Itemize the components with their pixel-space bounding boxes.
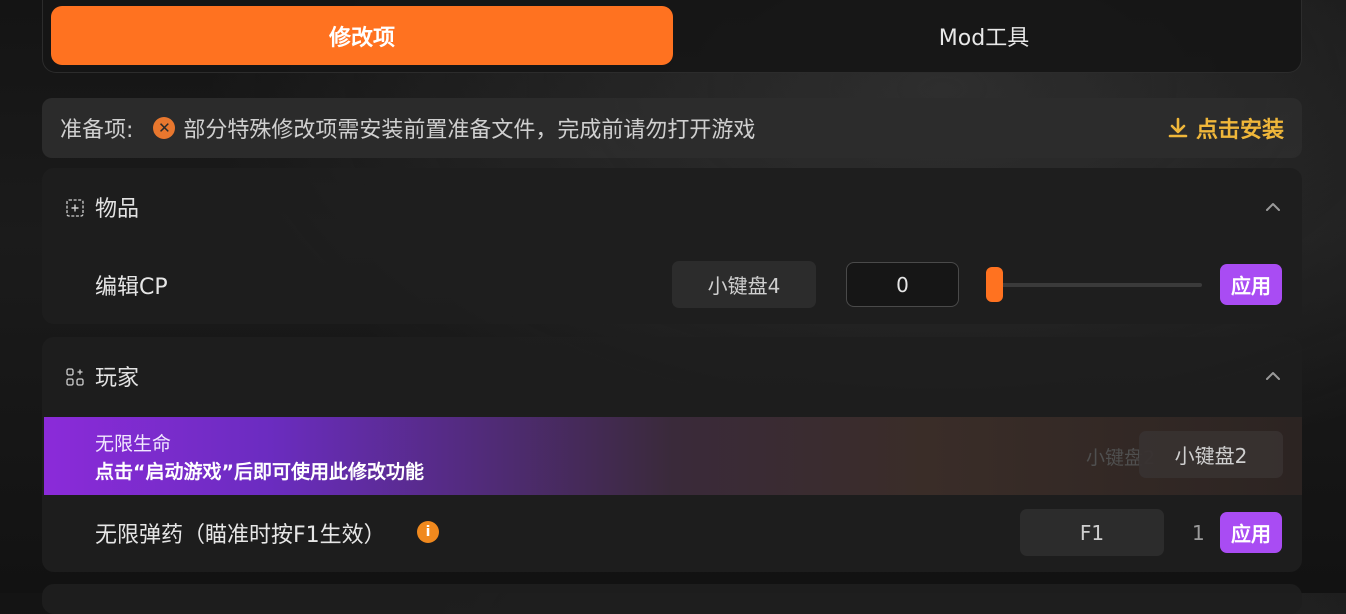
player-card: 玩家 无限生命 点击“启动游戏”后即可使用此修改功能 小键盘2 小键盘2 无限弹… (42, 337, 1302, 572)
chevron-up-icon[interactable] (1262, 367, 1284, 385)
next-card (42, 584, 1302, 614)
prep-label: 准备项: (60, 118, 134, 143)
infinite-ammo-hotkey[interactable]: F1 (1020, 509, 1164, 556)
plus-square-icon (66, 199, 84, 217)
tab-bar: 修改项 Mod工具 (42, 0, 1302, 73)
infinite-ammo-label: 无限弹药（瞄准时按F1生效） (95, 523, 386, 548)
edit-cp-hotkey[interactable]: 小键盘4 (672, 261, 816, 308)
items-card-header[interactable]: 物品 (42, 168, 1302, 246)
prep-bar: 准备项: ✕ 部分特殊修改项需安装前置准备文件，完成前请勿打开游戏 点击安装 (42, 98, 1302, 158)
infinite-health-hotkey[interactable]: 小键盘2 (1139, 431, 1283, 478)
player-section-title: 玩家 (95, 366, 140, 391)
edit-cp-value-input[interactable]: 0 (846, 262, 959, 307)
infinite-ammo-count: 1 (1192, 521, 1205, 545)
chevron-up-icon[interactable] (1262, 198, 1284, 216)
tab-modifiers[interactable]: 修改项 (51, 6, 673, 65)
launch-game-hint: 点击“启动游戏”后即可使用此修改功能 (95, 461, 424, 483)
edit-cp-slider-thumb[interactable] (986, 267, 1003, 302)
grid-plus-icon (66, 368, 84, 386)
tab-mod-tools[interactable]: Mod工具 (673, 6, 1295, 65)
prep-message: 部分特殊修改项需安装前置准备文件，完成前请勿打开游戏 (183, 118, 756, 143)
download-icon (1168, 117, 1188, 138)
install-label: 点击安装 (1195, 118, 1284, 143)
infinite-health-label: 无限生命 (95, 433, 172, 455)
info-icon[interactable]: i (417, 521, 439, 543)
x-circle-icon: ✕ (153, 117, 176, 139)
infinite-health-row: 无限生命 点击“启动游戏”后即可使用此修改功能 小键盘2 小键盘2 (44, 417, 1302, 495)
edit-cp-apply-button[interactable]: 应用 (1220, 264, 1282, 305)
infinite-ammo-apply-button[interactable]: 应用 (1220, 512, 1282, 553)
items-section-title: 物品 (95, 197, 140, 222)
edit-cp-label: 编辑CP (95, 275, 168, 300)
edit-cp-slider-track[interactable] (992, 283, 1202, 287)
player-card-header[interactable]: 玩家 (42, 337, 1302, 415)
install-button[interactable]: 点击安装 (1168, 98, 1284, 158)
items-card: 物品 编辑CP 小键盘4 0 应用 (42, 168, 1302, 324)
